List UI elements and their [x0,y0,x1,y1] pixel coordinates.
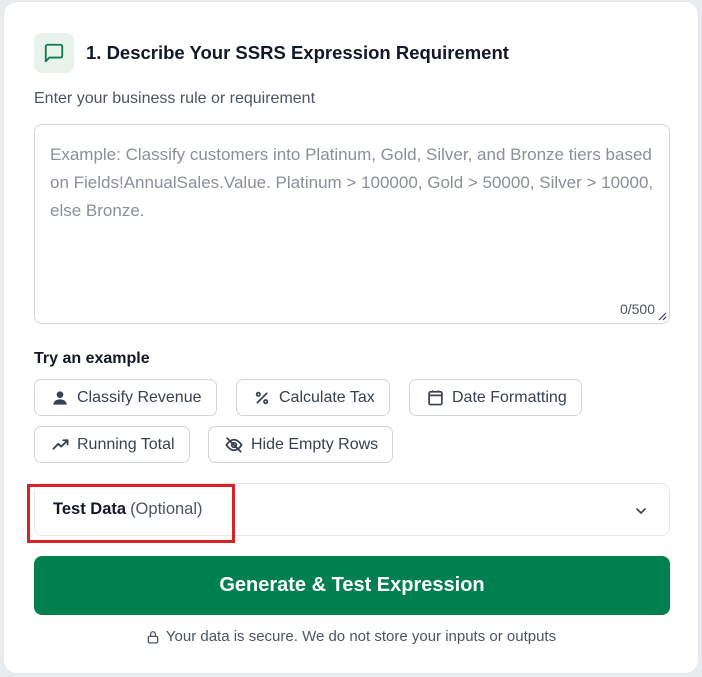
requirement-textarea-wrapper: 0/500 [34,124,670,324]
example-chip-running-total[interactable]: Running Total [34,426,190,463]
chip-label: Calculate Tax [279,388,375,406]
char-count: 0/500 [619,301,655,317]
message-square-icon [34,33,74,73]
example-chip-calculate-tax[interactable]: Calculate Tax [236,379,390,416]
trending-up-icon [51,436,69,454]
test-data-label: Test Data [53,500,127,518]
chip-label: Running Total [77,435,175,453]
generate-test-expression-button[interactable]: Generate & Test Expression [34,556,670,615]
example-chip-classify-revenue[interactable]: Classify Revenue [34,379,217,416]
chip-label: Date Formatting [452,388,567,406]
examples-title: Try an example [34,350,150,367]
requirement-card: 1. Describe Your SSRS Expression Require… [3,1,699,674]
example-chip-hide-empty-rows[interactable]: Hide Empty Rows [208,426,394,463]
calendar-icon [426,389,444,407]
lock-icon [147,630,159,643]
test-data-accordion[interactable]: Test Data (Optional) [34,483,670,536]
security-note-text: Your data is secure. We do not store you… [165,628,557,645]
chevron-down-icon[interactable] [633,503,649,519]
chip-label: Hide Empty Rows [251,435,379,453]
test-data-optional: (Optional) [130,500,203,518]
eye-off-icon [225,436,243,454]
resize-grip-icon[interactable] [657,311,667,321]
security-note: Your data is secure. We do not store you… [4,628,698,645]
requirement-textarea[interactable] [35,125,669,323]
example-chip-date-formatting[interactable]: Date Formatting [409,379,582,416]
user-icon [51,389,69,407]
chip-label: Classify Revenue [77,388,202,406]
test-data-title: Test Data (Optional) [53,500,203,519]
percent-icon [253,389,271,407]
section-header: 1. Describe Your SSRS Expression Require… [34,32,509,74]
section-title: 1. Describe Your SSRS Expression Require… [86,42,509,63]
requirement-label: Enter your business rule or requirement [34,90,316,107]
